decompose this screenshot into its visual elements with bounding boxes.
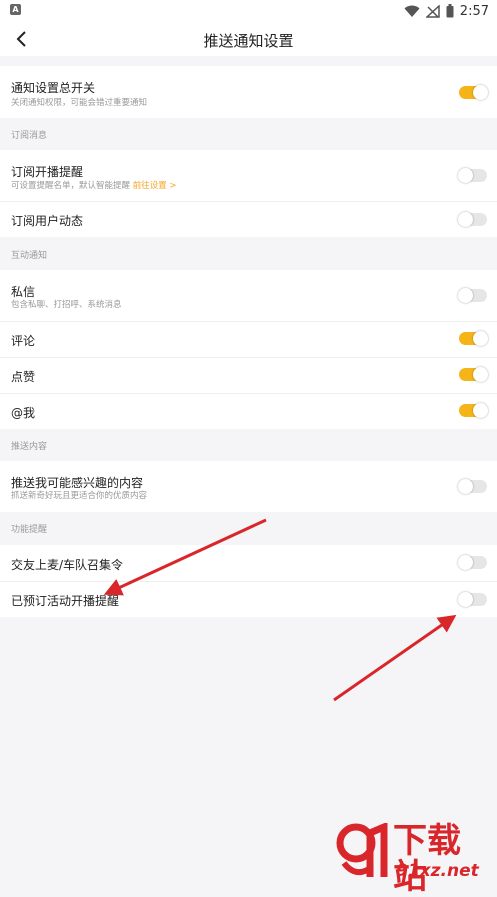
booked-event-toggle[interactable]: [458, 592, 487, 607]
private-msg-subtitle: 包含私聊、打招呼、系统消息: [11, 300, 122, 310]
party-toggle[interactable]: [458, 555, 487, 570]
comment-toggle[interactable]: [459, 331, 488, 346]
comment-title: 评论: [11, 334, 36, 348]
private-msg-toggle[interactable]: [458, 288, 487, 303]
party-row: 交友上麦/车队召集令: [0, 545, 497, 581]
watermark-cn: 下载站: [393, 821, 461, 897]
page-title: 推送通知设置: [203, 32, 294, 50]
user-activity-toggle[interactable]: [458, 212, 487, 227]
live-reminder-subtitle: 可设置提醒名单，默认智能提醒 前往设置 >: [11, 181, 177, 191]
section-label-push: 推送内容: [11, 442, 48, 452]
booked-event-row: 已预订活动开播提醒: [0, 582, 497, 617]
section-label-interact: 互动通知: [11, 251, 48, 261]
user-activity-title: 订阅用户动态: [11, 214, 84, 228]
watermark-en: 91xz.net: [396, 861, 479, 881]
like-title: 点赞: [11, 370, 36, 384]
master-switch-subtitle: 关闭通知权限，可能会错过重要通知: [11, 98, 148, 108]
master-switch-toggle[interactable]: [459, 85, 488, 100]
app-notification-icon: A: [10, 4, 21, 15]
comment-row: 评论: [0, 322, 497, 357]
master-switch-title: 通知设置总开关: [11, 81, 96, 95]
section-label-feature: 功能提醒: [11, 525, 48, 535]
like-row: 点赞: [0, 358, 497, 393]
mention-title: @我: [11, 406, 36, 420]
status-icons: 2:57: [404, 2, 489, 20]
clock: 2:57: [459, 3, 489, 19]
mention-row: @我: [0, 394, 497, 429]
live-reminder-toggle[interactable]: [458, 168, 487, 183]
interest-subtitle: 抓送新奇好玩且更适合你的优质内容: [11, 491, 148, 501]
section-label-subscribe: 订阅消息: [11, 131, 48, 141]
wifi-icon: [404, 5, 420, 17]
signal-off-icon: [425, 4, 440, 18]
go-settings-link[interactable]: 前往设置 >: [133, 181, 177, 191]
live-reminder-row: 订阅开播提醒 可设置提醒名单，默认智能提醒 前往设置 >: [0, 150, 497, 201]
private-msg-row: 私信 包含私聊、打招呼、系统消息: [0, 270, 497, 321]
arrow-to-booked-event-toggle: [333, 614, 457, 702]
like-toggle[interactable]: [459, 367, 488, 382]
party-title: 交友上麦/车队召集令: [11, 558, 124, 572]
user-activity-row: 订阅用户动态: [0, 202, 497, 237]
battery-icon: [446, 4, 454, 18]
annotation-arrows: [103, 518, 457, 702]
interest-toggle[interactable]: [458, 479, 487, 494]
interest-row: 推送我可能感兴趣的内容 抓送新奇好玩且更适合你的优质内容: [0, 461, 497, 512]
booked-event-title: 已预订活动开播提醒: [11, 594, 120, 608]
top-app-bar: 推送通知设置: [0, 22, 497, 56]
live-reminder-title: 订阅开播提醒: [11, 165, 84, 179]
mention-toggle[interactable]: [459, 403, 488, 418]
master-switch-row: 通知设置总开关 关闭通知权限，可能会错过重要通知: [0, 66, 497, 118]
status-bar: A 2:57: [0, 0, 497, 22]
watermark: 下载站 91xz.net: [336, 823, 494, 895]
site-logo-icon: [336, 823, 388, 877]
